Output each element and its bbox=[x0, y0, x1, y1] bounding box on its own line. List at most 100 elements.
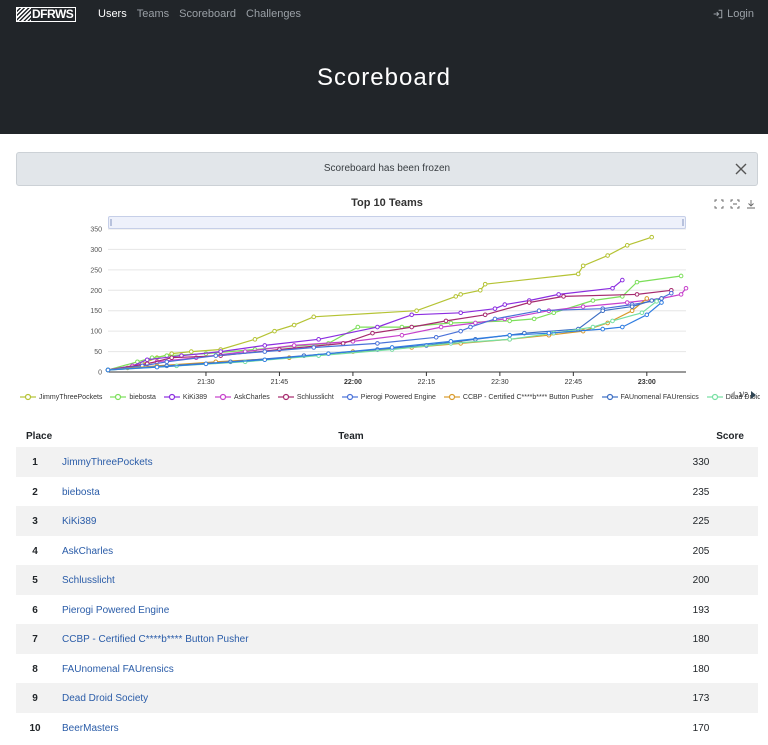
nav-teams[interactable]: Teams bbox=[137, 8, 169, 20]
legend-label: CCBP - Certified C****b**** Button Pushe… bbox=[462, 393, 594, 401]
legend-item[interactable]: AskCharles bbox=[215, 393, 270, 401]
y-tick-label: 100 bbox=[90, 329, 102, 336]
legend-item[interactable]: FAUnomenal FAUrensics bbox=[601, 393, 699, 401]
legend-item[interactable]: KiKi389 bbox=[163, 393, 207, 401]
data-point bbox=[620, 277, 625, 283]
row-place: 2 bbox=[32, 486, 38, 498]
data-point bbox=[453, 294, 459, 299]
legend-item[interactable]: CCBP - Certified C****b**** Button Pushe… bbox=[443, 393, 594, 401]
legend-item[interactable]: Schlusslicht bbox=[277, 393, 334, 401]
data-point bbox=[468, 324, 473, 330]
data-point bbox=[531, 316, 537, 322]
data-point bbox=[580, 304, 586, 309]
data-point bbox=[389, 345, 395, 350]
data-point bbox=[659, 300, 664, 305]
chart-zoom-slider[interactable] bbox=[108, 216, 686, 229]
login-link[interactable]: Login bbox=[713, 8, 754, 20]
row-score: 180 bbox=[692, 634, 710, 645]
close-icon[interactable] bbox=[734, 162, 748, 176]
data-point bbox=[507, 318, 512, 324]
x-tick-label: 21:45 bbox=[271, 379, 289, 386]
data-point bbox=[203, 361, 209, 367]
legend-item[interactable]: Pierogi Powered Engine bbox=[341, 393, 436, 401]
data-point bbox=[536, 308, 542, 314]
row-team-link[interactable]: Dead Droid Society bbox=[62, 693, 148, 704]
row-team-link[interactable]: biebosta bbox=[62, 487, 100, 498]
table-body: 1 JimmyThreePockets 330 2 biebosta 235 3 KiKi38… bbox=[16, 447, 758, 742]
table-row: 6 Pierogi Powered Engine 193 bbox=[16, 595, 758, 625]
row-score: 205 bbox=[692, 545, 710, 557]
row-score: 193 bbox=[692, 604, 710, 616]
x-tick-label: 22:30 bbox=[491, 379, 509, 386]
row-team-link[interactable]: JimmyThreePockets bbox=[62, 457, 153, 468]
legend-swatch-icon bbox=[163, 393, 180, 401]
data-point bbox=[291, 343, 297, 348]
row-place: 5 bbox=[32, 575, 38, 586]
download-icon[interactable] bbox=[746, 199, 756, 209]
data-point bbox=[575, 271, 581, 277]
data-point bbox=[605, 253, 610, 258]
row-place: 7 bbox=[32, 634, 38, 645]
row-score: 235 bbox=[692, 486, 710, 498]
data-point bbox=[458, 310, 463, 316]
data-point bbox=[649, 234, 655, 240]
data-point bbox=[629, 304, 635, 309]
legend-item[interactable]: biebosta bbox=[110, 393, 156, 401]
legend-swatch-icon bbox=[341, 393, 358, 401]
row-place: 8 bbox=[32, 663, 38, 675]
row-place: 9 bbox=[32, 693, 38, 704]
data-point bbox=[620, 324, 625, 330]
zoom-icon[interactable] bbox=[714, 199, 724, 209]
data-point bbox=[669, 290, 674, 296]
legend-label: Schlusslicht bbox=[296, 393, 334, 401]
alert-text: Scoreboard has been frozen bbox=[323, 163, 451, 174]
row-team-link[interactable]: KiKi389 bbox=[62, 516, 96, 527]
data-point bbox=[458, 328, 463, 334]
legend-next-icon[interactable] bbox=[751, 391, 756, 399]
data-point bbox=[433, 334, 439, 340]
data-point bbox=[326, 351, 331, 356]
row-team-link[interactable]: AskCharles bbox=[62, 546, 113, 557]
x-tick-label: 21:30 bbox=[197, 379, 215, 386]
table-row: 7 CCBP - Certified C****b**** Button Push… bbox=[16, 624, 758, 654]
brand-logo[interactable]: DFRWS bbox=[16, 7, 76, 22]
data-point bbox=[164, 359, 170, 365]
data-point bbox=[375, 324, 380, 330]
x-tick-label: 23:00 bbox=[638, 379, 656, 386]
main-nav: Users Teams Scoreboard Challenges bbox=[98, 8, 301, 20]
data-point bbox=[556, 292, 561, 297]
header-team: Team bbox=[338, 431, 364, 442]
data-point bbox=[600, 326, 606, 332]
legend-item[interactable]: JimmyThreePockets bbox=[20, 393, 102, 401]
data-point bbox=[316, 337, 321, 342]
y-tick-label: 0 bbox=[98, 370, 102, 377]
legend-label: biebosta bbox=[129, 393, 156, 401]
data-point bbox=[154, 364, 160, 370]
row-team-link[interactable]: FAUnomenal FAUrensics bbox=[62, 664, 174, 675]
row-team-link[interactable]: Schlusslicht bbox=[62, 575, 115, 586]
row-team-link[interactable]: Pierogi Powered Engine bbox=[62, 605, 169, 616]
row-team-link[interactable]: BeerMasters bbox=[62, 723, 119, 734]
data-point bbox=[355, 324, 361, 330]
series-line bbox=[107, 279, 623, 371]
data-point bbox=[610, 285, 615, 291]
data-point bbox=[370, 330, 375, 336]
legend-pager: 1/2 bbox=[730, 391, 756, 399]
legend-page-label: 1/2 bbox=[738, 391, 748, 399]
brand-mark-icon bbox=[17, 8, 31, 21]
nav-challenges[interactable]: Challenges bbox=[246, 8, 301, 20]
row-team-link[interactable]: CCBP - Certified C****b**** Button Pushe… bbox=[62, 634, 249, 645]
legend-prev-icon[interactable] bbox=[730, 391, 736, 399]
table-row: 1 JimmyThreePockets 330 bbox=[16, 447, 758, 477]
data-point bbox=[492, 316, 498, 322]
nav-users[interactable]: Users bbox=[98, 8, 127, 20]
row-score: 225 bbox=[692, 516, 710, 527]
x-tick-label: 22:00 bbox=[344, 379, 362, 386]
nav-scoreboard[interactable]: Scoreboard bbox=[179, 8, 236, 20]
data-point bbox=[654, 299, 659, 304]
legend-label: FAUnomenal FAUrensics bbox=[620, 393, 699, 401]
table-header: Place Team Score bbox=[16, 426, 758, 447]
data-point bbox=[213, 353, 219, 358]
zoom-reset-icon[interactable] bbox=[730, 199, 740, 209]
y-tick-label: 200 bbox=[90, 288, 102, 295]
